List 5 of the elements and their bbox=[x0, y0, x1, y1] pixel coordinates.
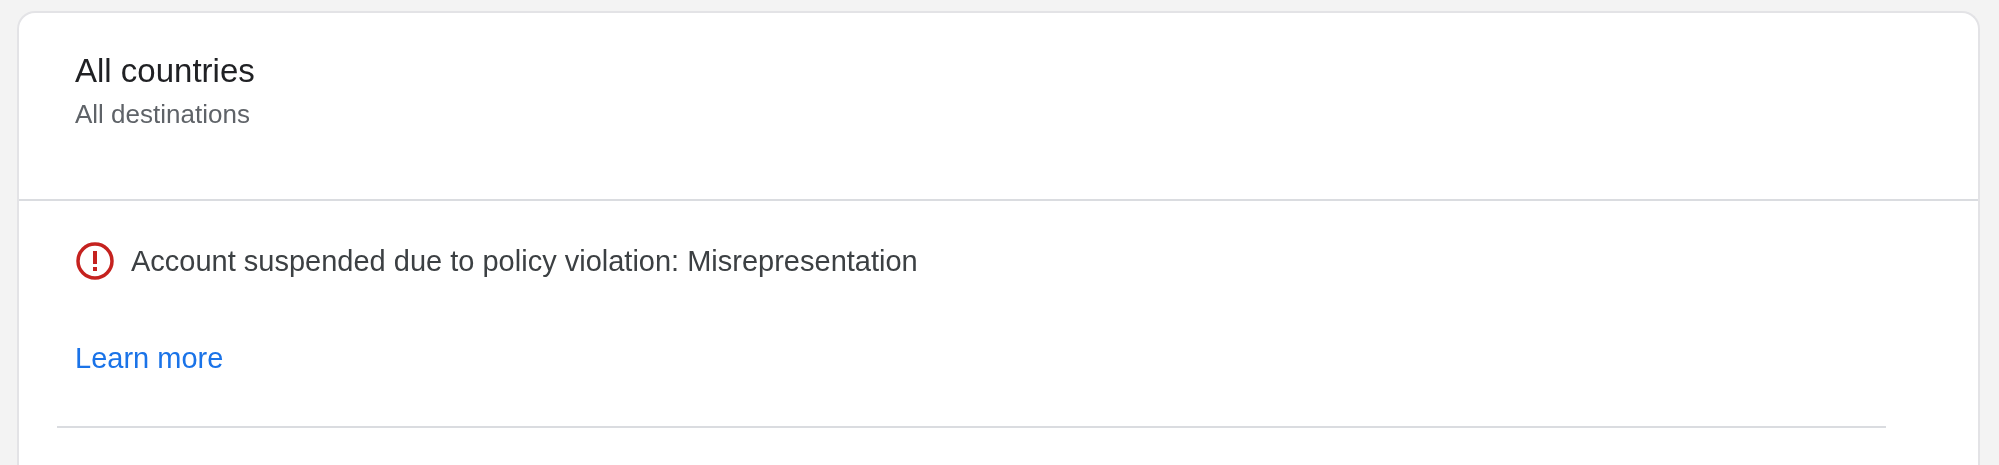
card-subtitle: All destinations bbox=[75, 98, 251, 130]
card-title: All countries bbox=[75, 51, 256, 91]
learn-more-link[interactable]: Learn more bbox=[75, 342, 224, 374]
error-icon bbox=[75, 241, 115, 281]
issue-message: Account suspended due to policy violation: Misrepresentation bbox=[131, 243, 918, 279]
